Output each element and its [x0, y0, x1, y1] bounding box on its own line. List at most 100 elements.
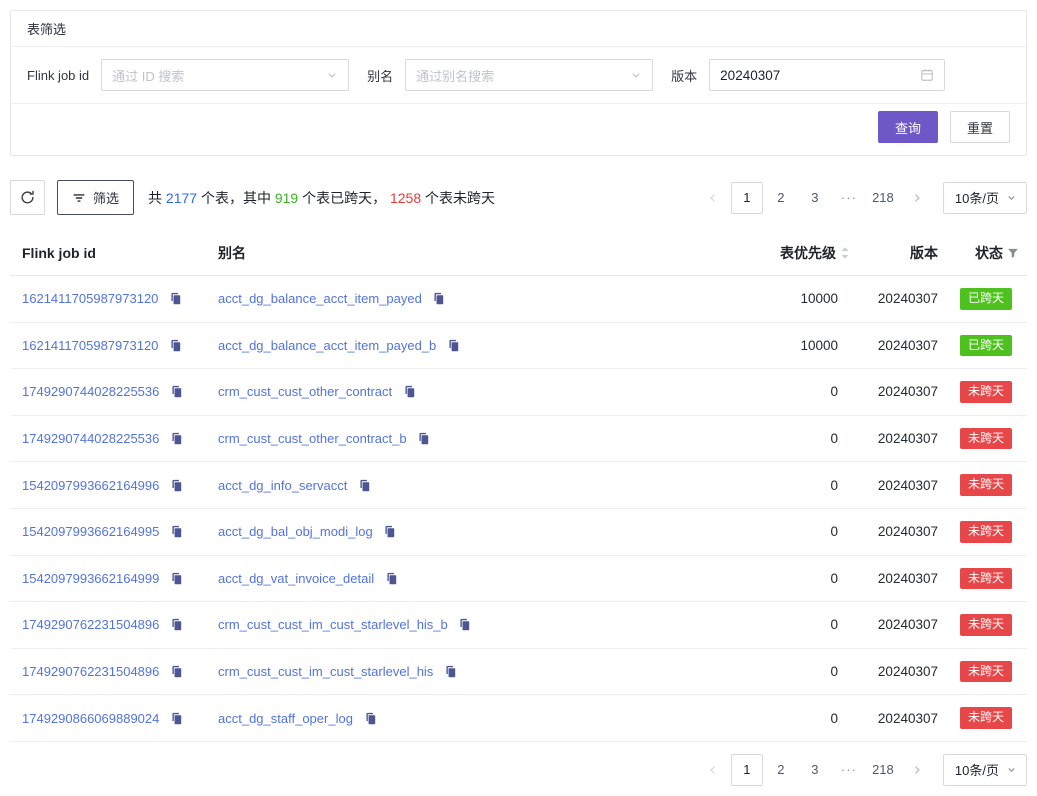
next-page-button[interactable]: [901, 182, 933, 214]
copy-alias-button[interactable]: [447, 339, 460, 352]
col-header-status[interactable]: 状态: [948, 231, 1027, 276]
job-id-link[interactable]: 1749290762231504896: [22, 664, 159, 679]
query-button[interactable]: 查询: [878, 111, 938, 143]
refresh-button[interactable]: [10, 180, 45, 215]
copy-job-id-button[interactable]: [170, 479, 183, 492]
summary-part: 个表未跨天: [421, 190, 495, 206]
page-size-select[interactable]: 10条/页: [943, 754, 1027, 786]
alias-link[interactable]: acct_dg_staff_oper_log: [218, 711, 353, 726]
job-id-select[interactable]: 通过 ID 搜索: [101, 59, 349, 91]
copy-alias-button[interactable]: [458, 618, 471, 631]
col-header-alias: 别名: [206, 231, 686, 276]
alias-cell: crm_cust_cust_other_contract_b: [206, 415, 686, 462]
alias-link[interactable]: acct_dg_vat_invoice_detail: [218, 571, 374, 586]
status-badge: 已跨天: [960, 288, 1012, 310]
page-ellipsis[interactable]: ···: [833, 182, 865, 214]
alias-link[interactable]: acct_dg_bal_obj_modi_log: [218, 524, 373, 539]
copy-job-id-button[interactable]: [170, 665, 183, 678]
alias-link[interactable]: acct_dg_balance_acct_item_payed_b: [218, 338, 436, 353]
copy-job-id-button[interactable]: [170, 385, 183, 398]
alias-select[interactable]: 通过别名搜索: [405, 59, 653, 91]
alias-link[interactable]: crm_cust_cust_im_cust_starlevel_his_b: [218, 617, 448, 632]
job-id-link[interactable]: 1749290866069889024: [22, 711, 159, 726]
alias-field: 别名 通过别名搜索: [367, 59, 653, 91]
copy-alias-button[interactable]: [417, 432, 430, 445]
filter-toggle-button[interactable]: 筛选: [57, 180, 134, 215]
job-id-cell: 1542097993662164995: [10, 508, 206, 555]
summary-part: 个表已跨天，: [298, 190, 390, 206]
copy-icon: [170, 665, 183, 678]
job-id-link[interactable]: 1749290744028225536: [22, 384, 159, 399]
copy-alias-button[interactable]: [444, 665, 457, 678]
page-size-select[interactable]: 10条/页: [943, 182, 1027, 214]
version-date-input[interactable]: 20240307: [709, 59, 945, 91]
copy-alias-button[interactable]: [364, 712, 377, 725]
page-button-2[interactable]: 2: [765, 182, 797, 214]
page-size-value: 10条/页: [955, 188, 999, 207]
status-badge: 未跨天: [960, 661, 1012, 683]
alias-link[interactable]: acct_dg_balance_acct_item_payed: [218, 291, 422, 306]
alias-link[interactable]: crm_cust_cust_other_contract: [218, 384, 392, 399]
page-button-1[interactable]: 1: [731, 754, 763, 786]
page-button-218[interactable]: 218: [867, 754, 899, 786]
copy-alias-button[interactable]: [383, 525, 396, 538]
copy-job-id-button[interactable]: [170, 618, 183, 631]
copy-job-id-button[interactable]: [169, 292, 182, 305]
job-id-link[interactable]: 1542097993662164999: [22, 571, 159, 586]
copy-icon: [458, 618, 471, 631]
refresh-icon: [20, 190, 35, 205]
page-ellipsis[interactable]: ···: [833, 754, 865, 786]
tables-table: Flink job id 别名 表优先级 版本 状态: [10, 231, 1027, 742]
prev-page-button[interactable]: [697, 754, 729, 786]
job-id-link[interactable]: 1542097993662164996: [22, 478, 159, 493]
filter-funnel-icon[interactable]: [1007, 247, 1019, 259]
chevron-left-icon: [707, 764, 719, 776]
copy-job-id-button[interactable]: [170, 432, 183, 445]
job-id-link[interactable]: 1749290762231504896: [22, 617, 159, 632]
page-button-3[interactable]: 3: [799, 182, 831, 214]
copy-alias-button[interactable]: [403, 385, 416, 398]
sort-icon[interactable]: [840, 246, 850, 260]
prev-page-button[interactable]: [697, 182, 729, 214]
copy-alias-button[interactable]: [432, 292, 445, 305]
job-id-link[interactable]: 1749290744028225536: [22, 431, 159, 446]
alias-cell: crm_cust_cust_other_contract: [206, 369, 686, 416]
col-header-priority[interactable]: 表优先级: [686, 231, 862, 276]
version-cell: 20240307: [862, 322, 948, 369]
page-button-218[interactable]: 218: [867, 182, 899, 214]
page: 表筛选 Flink job id 通过 ID 搜索 别名 通过别名搜索 版本: [0, 0, 1037, 796]
copy-job-id-button[interactable]: [170, 572, 183, 585]
reset-button[interactable]: 重置: [950, 111, 1010, 143]
alias-label: 别名: [367, 66, 393, 85]
status-badge: 未跨天: [960, 474, 1012, 496]
copy-icon: [364, 712, 377, 725]
job-id-cell: 1621411705987973120: [10, 322, 206, 369]
alias-link[interactable]: acct_dg_info_servacct: [218, 478, 347, 493]
alias-cell: acct_dg_balance_acct_item_payed_b: [206, 322, 686, 369]
filter-card-title: 表筛选: [27, 19, 66, 38]
job-id-link[interactable]: 1621411705987973120: [22, 291, 158, 306]
copy-job-id-button[interactable]: [169, 339, 182, 352]
copy-alias-button[interactable]: [385, 572, 398, 585]
job-id-link[interactable]: 1621411705987973120: [22, 338, 158, 353]
status-badge: 未跨天: [960, 521, 1012, 543]
chevron-down-icon: [1006, 764, 1017, 775]
job-id-cell: 1542097993662164996: [10, 462, 206, 509]
copy-icon: [170, 618, 183, 631]
alias-link[interactable]: crm_cust_cust_im_cust_starlevel_his: [218, 664, 433, 679]
calendar-icon: [920, 68, 934, 82]
copy-job-id-button[interactable]: [170, 525, 183, 538]
page-button-1[interactable]: 1: [731, 182, 763, 214]
page-button-3[interactable]: 3: [799, 754, 831, 786]
copy-icon: [417, 432, 430, 445]
page-button-2[interactable]: 2: [765, 754, 797, 786]
next-page-button[interactable]: [901, 754, 933, 786]
table-row: 1542097993662164996 acct_dg_info_servacc…: [10, 462, 1027, 509]
chevron-left-icon: [707, 192, 719, 204]
pagination-top: 1 2 3 ··· 218 10条/页: [697, 182, 1027, 214]
alias-link[interactable]: crm_cust_cust_other_contract_b: [218, 431, 407, 446]
copy-job-id-button[interactable]: [170, 712, 183, 725]
copy-alias-button[interactable]: [358, 479, 371, 492]
job-id-link[interactable]: 1542097993662164995: [22, 524, 159, 539]
status-cell: 未跨天: [948, 602, 1027, 649]
